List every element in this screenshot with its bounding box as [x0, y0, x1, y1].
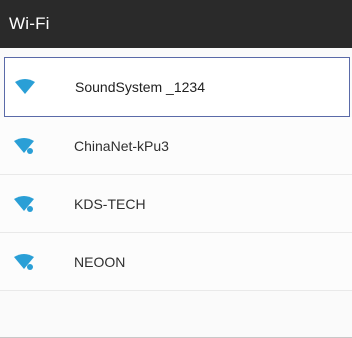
network-ssid: ChinaNet-kPu3	[74, 137, 169, 154]
network-list: SoundSystem _1234 ChinaNet-kPu3 KDS-TECH…	[0, 57, 352, 291]
network-ssid: NEOON	[74, 253, 126, 270]
wifi-secured-icon	[14, 195, 34, 212]
network-item-chinanet[interactable]: ChinaNet-kPu3	[0, 117, 352, 175]
network-ssid: SoundSystem _1234	[75, 79, 205, 95]
wifi-secured-icon	[14, 253, 34, 270]
page-title: Wi-Fi	[9, 14, 50, 33]
wifi-strong-icon	[15, 79, 35, 94]
title-bar: Wi-Fi	[0, 0, 352, 48]
wifi-secured-icon	[14, 137, 34, 154]
wifi-screen: Wi-Fi SoundSystem _1234 ChinaNet-kPu3 KD…	[0, 0, 352, 338]
network-item-kds-tech[interactable]: KDS-TECH	[0, 175, 352, 233]
network-item-soundsystem[interactable]: SoundSystem _1234	[4, 57, 350, 117]
network-ssid: KDS-TECH	[74, 195, 146, 212]
network-item-neoon[interactable]: NEOON	[0, 233, 352, 291]
